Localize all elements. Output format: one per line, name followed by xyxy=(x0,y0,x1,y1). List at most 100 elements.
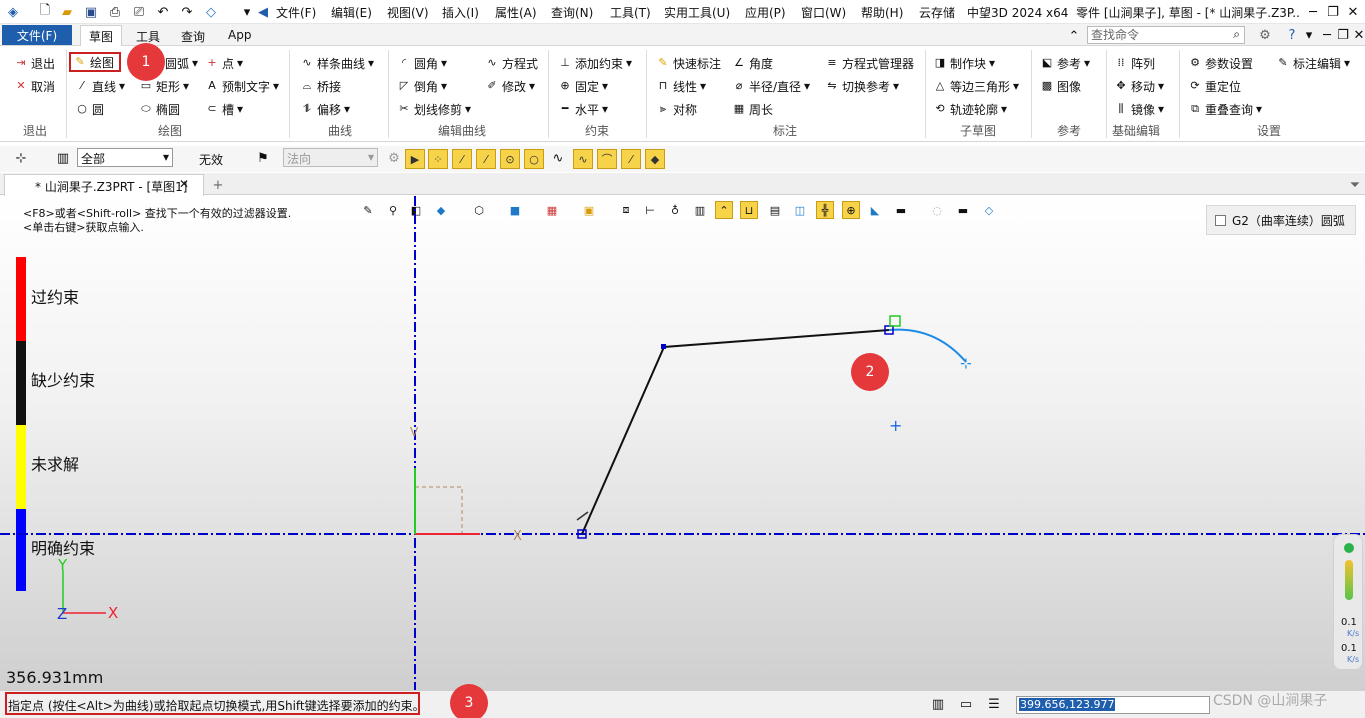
menu-help[interactable]: 帮助(H) xyxy=(861,4,903,21)
status-list-icon[interactable]: ☰ xyxy=(985,695,1003,713)
menu-insert[interactable]: 插入(I) xyxy=(442,4,479,21)
offset-button[interactable]: ⥮ 偏移 ▾ xyxy=(300,99,350,119)
menu-left-arrow-icon[interactable]: ◀ xyxy=(254,3,272,21)
spline-button[interactable]: ∿ 样条曲线 ▾ xyxy=(300,53,374,73)
menu-utilities[interactable]: 实用工具(U) xyxy=(664,4,730,21)
fillet-button[interactable]: ◜ 圆角 ▾ xyxy=(397,53,447,73)
new-file-icon[interactable]: 🗋 xyxy=(36,3,54,21)
snap-endpoint-icon[interactable]: ⁄ xyxy=(476,149,496,169)
horizontal-button[interactable]: ━ 水平 ▾ xyxy=(558,99,608,119)
quick-dim-button[interactable]: ✎ 快速标注 xyxy=(656,53,721,73)
menu-file[interactable]: 文件(F) xyxy=(276,4,316,21)
radius-button[interactable]: ⌀ 半径/直径 ▾ xyxy=(732,76,810,96)
settings-gear-icon[interactable]: ⚙ xyxy=(1256,26,1274,44)
equation-button[interactable]: ∿ 方程式 xyxy=(485,53,538,73)
filter-select[interactable]: 全部 ▾ xyxy=(77,148,173,167)
view-orient-icon[interactable]: ◇ xyxy=(202,3,220,21)
line-button[interactable]: ⁄ 直线 ▾ xyxy=(75,76,125,96)
angle-button[interactable]: ∠ 角度 xyxy=(732,53,773,73)
tab-query[interactable]: 查询 xyxy=(181,28,205,45)
snap-play-icon[interactable]: ▶ xyxy=(405,149,425,169)
close-tab-icon[interactable]: ✕ xyxy=(179,177,189,191)
open-folder-icon[interactable]: ▰ xyxy=(58,3,76,21)
overlap-query-button[interactable]: ⧉ 重叠查询 ▾ xyxy=(1188,99,1262,119)
menu-tools[interactable]: 工具(T) xyxy=(610,4,651,21)
menu-attribute[interactable]: 属性(A) xyxy=(495,4,537,21)
tab-app[interactable]: App xyxy=(228,28,251,42)
preset-text-button[interactable]: A 预制文字 ▾ xyxy=(205,76,279,96)
tab-list-icon[interactable]: ⏷ xyxy=(1346,176,1364,194)
restore-icon[interactable]: ❐ xyxy=(1324,3,1342,21)
save-icon[interactable]: ▣ xyxy=(82,3,100,21)
trace-button[interactable]: ⟲ 轨迹轮廓 ▾ xyxy=(933,99,1007,119)
param-settings-button[interactable]: ⚙ 参数设置 xyxy=(1188,53,1253,73)
toggle-reference-button[interactable]: ⇋ 切换参考 ▾ xyxy=(825,76,899,96)
coordinate-input[interactable]: 399.656,123.977 xyxy=(1016,696,1210,714)
snap-solid-icon[interactable]: ◆ xyxy=(645,149,665,169)
status-monitor-icon[interactable]: ▭ xyxy=(957,695,975,713)
menu-window[interactable]: 窗口(W) xyxy=(801,4,846,21)
move-button[interactable]: ✥ 移动 ▾ xyxy=(1114,76,1164,96)
snap-curve-icon[interactable]: ∿ xyxy=(549,149,567,167)
linear-button[interactable]: ⊓ 线性 ▾ xyxy=(656,76,706,96)
help-icon[interactable]: ? xyxy=(1283,26,1301,44)
minimize-icon[interactable]: ─ xyxy=(1304,3,1322,21)
image-button[interactable]: ▩ 图像 xyxy=(1040,76,1081,96)
slot-button[interactable]: ⊂ 槽 ▾ xyxy=(205,99,243,119)
reference-button[interactable]: ⬕ 参考 ▾ xyxy=(1040,53,1090,73)
menu-edit[interactable]: 编辑(E) xyxy=(331,4,372,21)
symmetric-button[interactable]: ⫸ 对称 xyxy=(656,99,697,119)
filter-chart-icon[interactable]: ▥ xyxy=(54,149,72,167)
menu-view[interactable]: 视图(V) xyxy=(387,4,429,21)
equation-manager-button[interactable]: ≡ 方程式管理器 xyxy=(825,53,914,73)
sketch-polyline[interactable] xyxy=(581,329,890,535)
draw-button[interactable]: ✎ 绘图 xyxy=(69,52,121,72)
snap-wave-icon[interactable]: ∿ xyxy=(573,149,593,169)
circle-button[interactable]: ○ 圆 xyxy=(75,99,104,119)
document-tab[interactable]: * 山涧果子.Z3PRT - [草图1] ✕ xyxy=(4,174,204,196)
mirror-button[interactable]: ⫼ 镜像 ▾ xyxy=(1114,99,1164,119)
snap-center-icon[interactable]: ⊙ xyxy=(500,149,520,169)
redo-icon[interactable]: ↷ xyxy=(178,3,196,21)
close-icon[interactable]: ✕ xyxy=(1344,3,1362,21)
select-filter-icon[interactable]: ⊹ xyxy=(12,149,30,167)
normal-direction-select[interactable]: 法向 ▾ xyxy=(283,148,378,167)
menu-apps[interactable]: 应用(P) xyxy=(745,4,786,21)
snap-points-icon[interactable]: ⁘ xyxy=(428,149,448,169)
modify-button[interactable]: ✐ 修改 ▾ xyxy=(485,76,535,96)
cancel-button[interactable]: ✕ 取消 xyxy=(14,76,55,96)
help-dropdown-icon[interactable]: ▾ xyxy=(1300,26,1318,44)
menu-query[interactable]: 查询(N) xyxy=(551,4,593,21)
array-button[interactable]: ⁞⁞ 阵列 xyxy=(1114,53,1156,73)
snap-arc-icon[interactable]: ⌒ xyxy=(597,149,617,169)
exit-button[interactable]: ⇥ 退出 xyxy=(14,53,55,73)
snap-circle-icon[interactable]: ○ xyxy=(524,149,544,169)
chamfer-button[interactable]: ◸ 倒角 ▾ xyxy=(397,76,447,96)
snap-line-icon[interactable]: ⁄ xyxy=(452,149,472,169)
reposition-button[interactable]: ⟳ 重定位 xyxy=(1188,76,1241,96)
snap-tangent-icon[interactable]: ⁄ xyxy=(621,149,641,169)
print-preview-icon[interactable]: ⎚ xyxy=(130,3,148,21)
dim-edit-button[interactable]: ✎ 标注编辑 ▾ xyxy=(1276,53,1350,73)
bridge-button[interactable]: ⌓ 桥接 xyxy=(300,76,341,96)
file-menu-button[interactable]: 文件(F) xyxy=(2,25,72,45)
status-panel-icon[interactable]: ▥ xyxy=(929,695,947,713)
app-logo-icon[interactable]: ◈ xyxy=(4,3,22,21)
add-constraint-button[interactable]: ⊥ 添加约束 ▾ xyxy=(558,53,632,73)
print-icon[interactable]: ⎙ xyxy=(106,3,124,21)
undo-icon[interactable]: ↶ xyxy=(154,3,172,21)
trim-button[interactable]: ✂ 划线修剪 ▾ xyxy=(397,99,471,119)
perimeter-button[interactable]: ▦ 周长 xyxy=(732,99,773,119)
add-tab-icon[interactable]: + xyxy=(209,176,227,194)
ellipse-button[interactable]: ⬭ 椭圆 xyxy=(139,99,180,119)
tab-sketch[interactable]: 草图 xyxy=(80,25,123,47)
point-button[interactable]: + 点 ▾ xyxy=(205,53,243,73)
doc-close-icon[interactable]: ✕ xyxy=(1350,26,1365,44)
triangle-button[interactable]: △ 等边三角形 ▾ xyxy=(933,76,1019,96)
menu-cloud[interactable]: 云存储 xyxy=(919,4,955,21)
make-block-button[interactable]: ◨ 制作块 ▾ xyxy=(933,53,995,73)
collapse-ribbon-icon[interactable]: ⌃ xyxy=(1065,27,1083,45)
fix-button[interactable]: ⊕ 固定 ▾ xyxy=(558,76,608,96)
pick-tool-icon[interactable]: ⚑ xyxy=(254,149,272,167)
snap-gear-icon[interactable]: ⚙ xyxy=(385,149,403,167)
